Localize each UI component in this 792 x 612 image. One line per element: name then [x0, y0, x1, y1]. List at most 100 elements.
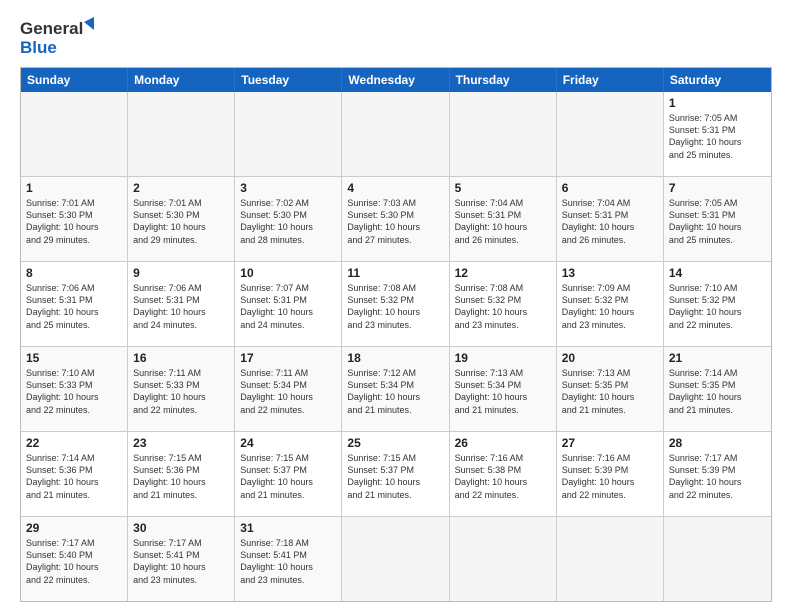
day-number: 13 [562, 265, 658, 281]
day-number: 24 [240, 435, 336, 451]
day-cell: 23Sunrise: 7:15 AMSunset: 5:36 PMDayligh… [128, 432, 235, 516]
day-number: 29 [26, 520, 122, 536]
day-info: Sunrise: 7:05 AMSunset: 5:31 PMDaylight:… [669, 112, 766, 161]
svg-text:Blue: Blue [20, 38, 57, 57]
day-cell: 5Sunrise: 7:04 AMSunset: 5:31 PMDaylight… [450, 177, 557, 261]
day-info: Sunrise: 7:12 AMSunset: 5:34 PMDaylight:… [347, 367, 443, 416]
day-cell: 12Sunrise: 7:08 AMSunset: 5:32 PMDayligh… [450, 262, 557, 346]
day-cell: 30Sunrise: 7:17 AMSunset: 5:41 PMDayligh… [128, 517, 235, 601]
day-cell: 7Sunrise: 7:05 AMSunset: 5:31 PMDaylight… [664, 177, 771, 261]
day-cell: 18Sunrise: 7:12 AMSunset: 5:34 PMDayligh… [342, 347, 449, 431]
day-info: Sunrise: 7:04 AMSunset: 5:31 PMDaylight:… [562, 197, 658, 246]
day-cell: 20Sunrise: 7:13 AMSunset: 5:35 PMDayligh… [557, 347, 664, 431]
empty-cell [235, 92, 342, 176]
day-cell: 13Sunrise: 7:09 AMSunset: 5:32 PMDayligh… [557, 262, 664, 346]
day-number: 3 [240, 180, 336, 196]
empty-cell [557, 92, 664, 176]
day-info: Sunrise: 7:09 AMSunset: 5:32 PMDaylight:… [562, 282, 658, 331]
day-cell: 10Sunrise: 7:07 AMSunset: 5:31 PMDayligh… [235, 262, 342, 346]
day-info: Sunrise: 7:07 AMSunset: 5:31 PMDaylight:… [240, 282, 336, 331]
day-number: 30 [133, 520, 229, 536]
day-cell: 24Sunrise: 7:15 AMSunset: 5:37 PMDayligh… [235, 432, 342, 516]
day-info: Sunrise: 7:11 AMSunset: 5:33 PMDaylight:… [133, 367, 229, 416]
day-cell: 31Sunrise: 7:18 AMSunset: 5:41 PMDayligh… [235, 517, 342, 601]
day-cell: 27Sunrise: 7:16 AMSunset: 5:39 PMDayligh… [557, 432, 664, 516]
day-cell: 28Sunrise: 7:17 AMSunset: 5:39 PMDayligh… [664, 432, 771, 516]
day-info: Sunrise: 7:08 AMSunset: 5:32 PMDaylight:… [347, 282, 443, 331]
day-info: Sunrise: 7:08 AMSunset: 5:32 PMDaylight:… [455, 282, 551, 331]
day-info: Sunrise: 7:15 AMSunset: 5:37 PMDaylight:… [347, 452, 443, 501]
day-number: 11 [347, 265, 443, 281]
day-number: 2 [133, 180, 229, 196]
day-number: 10 [240, 265, 336, 281]
weekday-header: Wednesday [342, 68, 449, 92]
weekday-header: Monday [128, 68, 235, 92]
day-number: 20 [562, 350, 658, 366]
day-number: 4 [347, 180, 443, 196]
logo: GeneralBlue [20, 16, 100, 61]
day-info: Sunrise: 7:11 AMSunset: 5:34 PMDaylight:… [240, 367, 336, 416]
day-cell: 25Sunrise: 7:15 AMSunset: 5:37 PMDayligh… [342, 432, 449, 516]
day-cell: 9Sunrise: 7:06 AMSunset: 5:31 PMDaylight… [128, 262, 235, 346]
day-info: Sunrise: 7:04 AMSunset: 5:31 PMDaylight:… [455, 197, 551, 246]
day-number: 19 [455, 350, 551, 366]
day-number: 16 [133, 350, 229, 366]
day-number: 27 [562, 435, 658, 451]
page: GeneralBlue SundayMondayTuesdayWednesday… [0, 0, 792, 612]
day-number: 28 [669, 435, 766, 451]
day-info: Sunrise: 7:15 AMSunset: 5:36 PMDaylight:… [133, 452, 229, 501]
day-cell: 11Sunrise: 7:08 AMSunset: 5:32 PMDayligh… [342, 262, 449, 346]
calendar-body: 1Sunrise: 7:05 AMSunset: 5:31 PMDaylight… [21, 92, 771, 601]
day-info: Sunrise: 7:15 AMSunset: 5:37 PMDaylight:… [240, 452, 336, 501]
day-info: Sunrise: 7:14 AMSunset: 5:36 PMDaylight:… [26, 452, 122, 501]
empty-cell [557, 517, 664, 601]
day-info: Sunrise: 7:17 AMSunset: 5:40 PMDaylight:… [26, 537, 122, 586]
day-number: 17 [240, 350, 336, 366]
day-cell: 15Sunrise: 7:10 AMSunset: 5:33 PMDayligh… [21, 347, 128, 431]
day-info: Sunrise: 7:10 AMSunset: 5:32 PMDaylight:… [669, 282, 766, 331]
weekday-header: Thursday [450, 68, 557, 92]
empty-cell [342, 517, 449, 601]
weekday-header: Tuesday [235, 68, 342, 92]
empty-cell [128, 92, 235, 176]
empty-cell [450, 92, 557, 176]
day-number: 14 [669, 265, 766, 281]
day-cell: 16Sunrise: 7:11 AMSunset: 5:33 PMDayligh… [128, 347, 235, 431]
day-number: 9 [133, 265, 229, 281]
day-info: Sunrise: 7:05 AMSunset: 5:31 PMDaylight:… [669, 197, 766, 246]
day-number: 26 [455, 435, 551, 451]
day-cell: 8Sunrise: 7:06 AMSunset: 5:31 PMDaylight… [21, 262, 128, 346]
day-number: 1 [669, 95, 766, 111]
day-number: 22 [26, 435, 122, 451]
day-info: Sunrise: 7:18 AMSunset: 5:41 PMDaylight:… [240, 537, 336, 586]
empty-cell [664, 517, 771, 601]
day-number: 25 [347, 435, 443, 451]
empty-cell [450, 517, 557, 601]
day-cell: 3Sunrise: 7:02 AMSunset: 5:30 PMDaylight… [235, 177, 342, 261]
calendar: SundayMondayTuesdayWednesdayThursdayFrid… [20, 67, 772, 602]
day-cell: 2Sunrise: 7:01 AMSunset: 5:30 PMDaylight… [128, 177, 235, 261]
day-cell: 22Sunrise: 7:14 AMSunset: 5:36 PMDayligh… [21, 432, 128, 516]
day-cell: 19Sunrise: 7:13 AMSunset: 5:34 PMDayligh… [450, 347, 557, 431]
day-info: Sunrise: 7:10 AMSunset: 5:33 PMDaylight:… [26, 367, 122, 416]
day-info: Sunrise: 7:13 AMSunset: 5:35 PMDaylight:… [562, 367, 658, 416]
day-cell: 29Sunrise: 7:17 AMSunset: 5:40 PMDayligh… [21, 517, 128, 601]
weekday-header: Friday [557, 68, 664, 92]
calendar-row: 1 Sunrise: 7:01 AMSunset: 5:30 PMDaylight… [21, 177, 771, 262]
calendar-row: 1Sunrise: 7:05 AMSunset: 5:31 PMDaylight… [21, 92, 771, 177]
header: GeneralBlue [20, 16, 772, 61]
day-info: Sunrise: 7:01 AMSunset: 5:30 PMDaylight:… [133, 197, 229, 246]
day-cell: 21Sunrise: 7:14 AMSunset: 5:35 PMDayligh… [664, 347, 771, 431]
day-cell: 17Sunrise: 7:11 AMSunset: 5:34 PMDayligh… [235, 347, 342, 431]
day-info: Sunrise: 7:13 AMSunset: 5:34 PMDaylight:… [455, 367, 551, 416]
day-number: 5 [455, 180, 551, 196]
day-number: 18 [347, 350, 443, 366]
empty-cell [21, 92, 128, 176]
day-info: Sunrise: 7:14 AMSunset: 5:35 PMDaylight:… [669, 367, 766, 416]
svg-text:General: General [20, 19, 83, 38]
logo-svg: GeneralBlue [20, 16, 100, 61]
day-number: 12 [455, 265, 551, 281]
day-cell: 4Sunrise: 7:03 AMSunset: 5:30 PMDaylight… [342, 177, 449, 261]
day-number: 23 [133, 435, 229, 451]
day-number: 1 [26, 180, 122, 196]
